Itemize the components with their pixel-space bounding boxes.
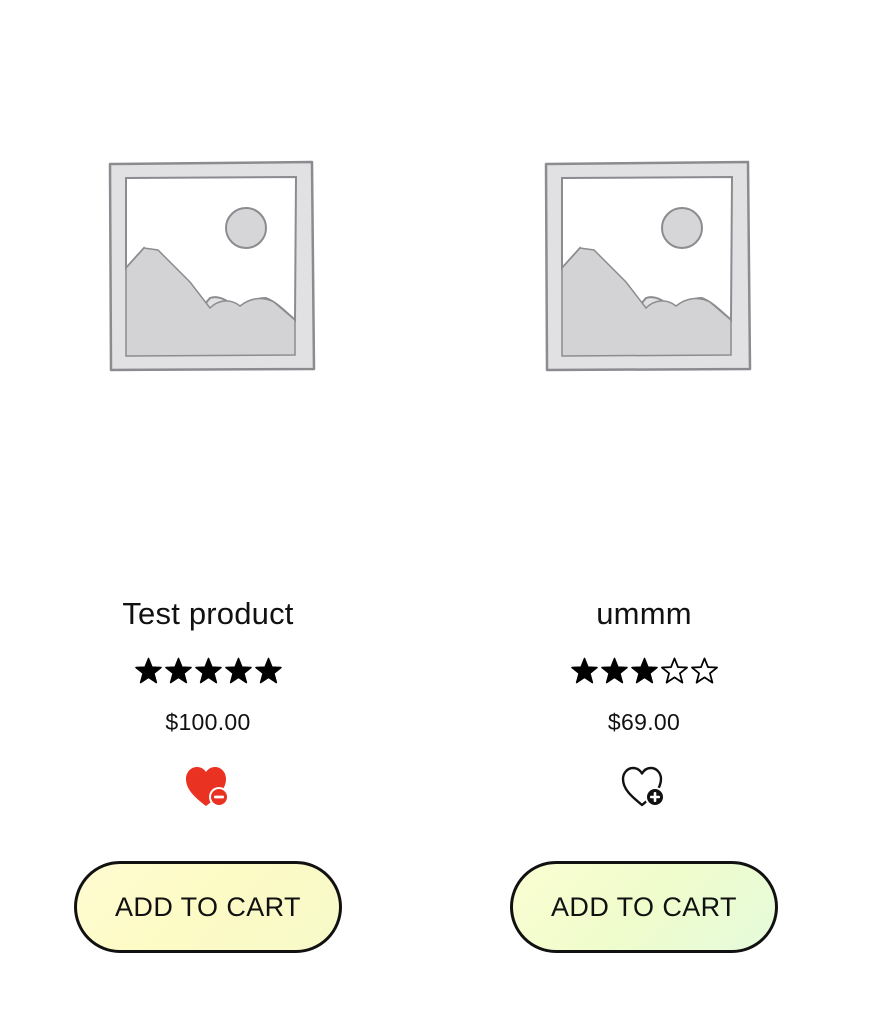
star-filled-icon — [164, 657, 192, 684]
add-to-cart-button[interactable]: ADD TO CART — [74, 861, 342, 953]
star-filled-icon — [194, 657, 222, 684]
star-filled-icon — [630, 657, 658, 684]
wishlist-remove-button[interactable] — [184, 765, 232, 811]
image-placeholder-icon — [108, 160, 316, 372]
image-placeholder-icon — [544, 160, 752, 372]
star-filled-icon — [570, 657, 598, 684]
product-title[interactable]: ummm — [494, 594, 794, 634]
heart-filled-minus-icon — [186, 767, 229, 807]
product-image-placeholder[interactable] — [98, 150, 320, 382]
star-rating — [494, 656, 794, 690]
star-rating — [58, 656, 358, 690]
product-title[interactable]: Test product — [58, 594, 358, 634]
star-filled-icon — [134, 657, 162, 684]
star-filled-icon — [224, 657, 252, 684]
star-empty-icon — [660, 657, 688, 684]
star-filled-icon — [254, 657, 282, 684]
product-image-placeholder[interactable] — [534, 150, 756, 382]
star-empty-icon — [690, 657, 718, 684]
heart-outline-plus-icon — [621, 766, 665, 807]
product-price: $100.00 — [165, 709, 251, 735]
wishlist-add-button[interactable] — [620, 765, 668, 811]
product-card: Test product $100.00 ADD TO CART — [58, 0, 358, 1028]
product-grid: Test product $100.00 ADD TO CART ummm $6… — [0, 0, 885, 1028]
product-price: $69.00 — [607, 709, 681, 735]
product-card: ummm $69.00 ADD TO CART — [494, 0, 794, 1028]
star-filled-icon — [600, 657, 628, 684]
add-to-cart-button[interactable]: ADD TO CART — [510, 861, 778, 953]
